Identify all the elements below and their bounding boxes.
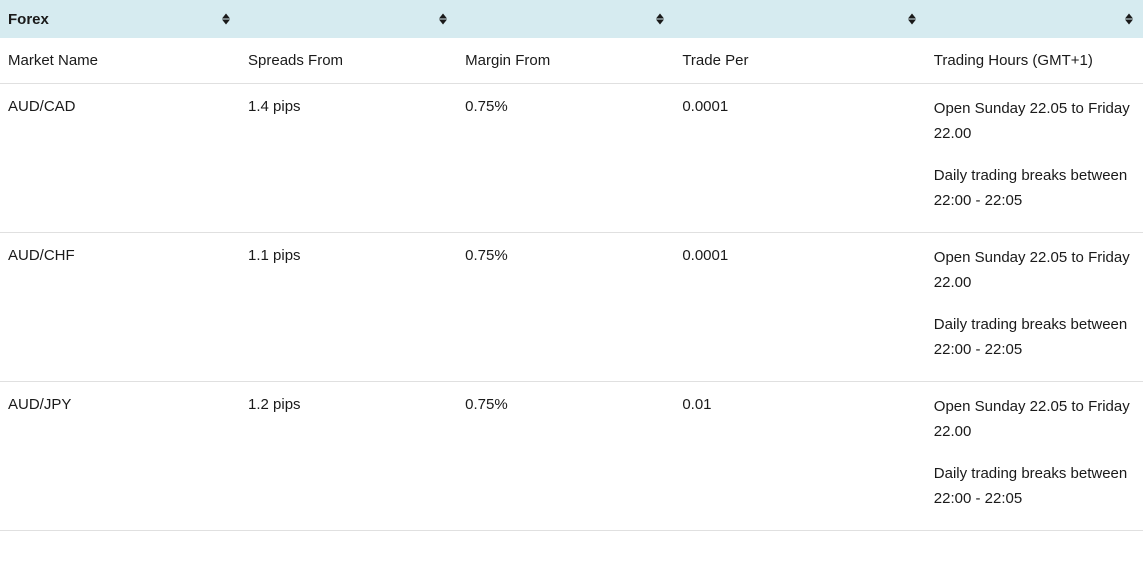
header-cell-title[interactable]: Forex (0, 0, 240, 38)
sort-icon[interactable] (656, 14, 664, 25)
hours-line4: 22:00 - 22:05 (934, 339, 1135, 362)
hours-line1: Open Sunday 22.05 to Friday (934, 98, 1135, 121)
cell-trading-hours: Open Sunday 22.05 to Friday 22.00 Daily … (926, 84, 1143, 233)
cell-spreads-from: 1.2 pips (240, 382, 457, 531)
hours-line2: 22.00 (934, 123, 1135, 146)
cell-trade-per: 0.0001 (674, 84, 925, 233)
table-column-labels: Market Name Spreads From Margin From Tra… (0, 38, 1143, 84)
cell-margin-from: 0.75% (457, 382, 674, 531)
cell-trading-hours: Open Sunday 22.05 to Friday 22.00 Daily … (926, 382, 1143, 531)
header-cell-blank-3[interactable] (674, 0, 925, 38)
cell-spreads-from: 1.1 pips (240, 233, 457, 382)
table-row: AUD/JPY 1.2 pips 0.75% 0.01 Open Sunday … (0, 382, 1143, 531)
hours-line3: Daily trading breaks between (934, 314, 1135, 337)
cell-market-name: AUD/CHF (0, 233, 240, 382)
header-title: Forex (8, 11, 49, 28)
col-trading-hours: Trading Hours (GMT+1) (926, 38, 1143, 84)
sort-icon[interactable] (1125, 14, 1133, 25)
hours-line2: 22.00 (934, 421, 1135, 444)
table-row: AUD/CHF 1.1 pips 0.75% 0.0001 Open Sunda… (0, 233, 1143, 382)
cell-market-name: AUD/JPY (0, 382, 240, 531)
hours-line1: Open Sunday 22.05 to Friday (934, 247, 1135, 270)
cell-trade-per: 0.0001 (674, 233, 925, 382)
forex-table: Forex (0, 0, 1143, 531)
hours-line3: Daily trading breaks between (934, 463, 1135, 486)
table-row: AUD/CAD 1.4 pips 0.75% 0.0001 Open Sunda… (0, 84, 1143, 233)
sort-icon[interactable] (222, 14, 230, 25)
header-cell-blank-2[interactable] (457, 0, 674, 38)
table-header-row: Forex (0, 0, 1143, 38)
hours-line3: Daily trading breaks between (934, 165, 1135, 188)
cell-trade-per: 0.01 (674, 382, 925, 531)
cell-margin-from: 0.75% (457, 233, 674, 382)
sort-icon[interactable] (908, 14, 916, 25)
sort-icon[interactable] (439, 14, 447, 25)
cell-spreads-from: 1.4 pips (240, 84, 457, 233)
col-market-name: Market Name (0, 38, 240, 84)
col-spreads-from: Spreads From (240, 38, 457, 84)
hours-line4: 22:00 - 22:05 (934, 190, 1135, 213)
hours-line1: Open Sunday 22.05 to Friday (934, 396, 1135, 419)
hours-line4: 22:00 - 22:05 (934, 488, 1135, 511)
header-cell-blank-1[interactable] (240, 0, 457, 38)
hours-line2: 22.00 (934, 272, 1135, 295)
col-trade-per: Trade Per (674, 38, 925, 84)
header-cell-blank-4[interactable] (926, 0, 1143, 38)
col-margin-from: Margin From (457, 38, 674, 84)
cell-margin-from: 0.75% (457, 84, 674, 233)
cell-trading-hours: Open Sunday 22.05 to Friday 22.00 Daily … (926, 233, 1143, 382)
cell-market-name: AUD/CAD (0, 84, 240, 233)
